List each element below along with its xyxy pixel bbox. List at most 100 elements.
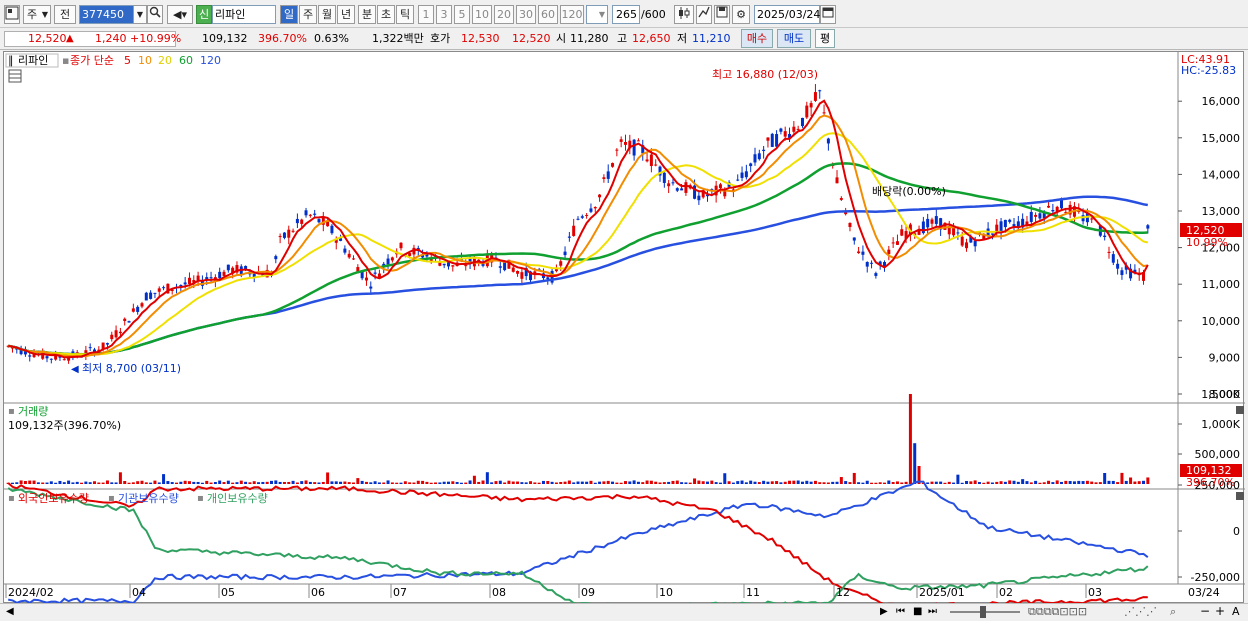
volume-bar — [239, 480, 243, 484]
volume-bar — [269, 480, 273, 484]
volume-bar — [218, 480, 222, 484]
tools-icon[interactable]: ⧉⧉⧉⧉⊡⊡⊡ — [1028, 605, 1087, 619]
volume-bar — [939, 481, 943, 484]
volume-bar — [516, 481, 520, 484]
candle-body — [295, 218, 299, 224]
interval-60[interactable]: 60 — [538, 5, 558, 24]
volume-bullet: ▪ — [8, 406, 15, 417]
pattern-icon[interactable]: ⋰⋰⋰ — [1124, 605, 1157, 618]
open-price: 11,280 — [570, 32, 609, 45]
volume-bar — [123, 481, 127, 484]
foreign-legend: 외국인보유수량 — [18, 492, 89, 505]
volume-bar — [563, 481, 567, 484]
zoom-handle[interactable] — [980, 606, 986, 618]
volume-bar — [1047, 480, 1051, 484]
gear-icon[interactable]: ⚙ — [732, 5, 750, 24]
chart-area[interactable]: 리파인 ∥ ▪ 종가 단순 5 10 20 60 120 최고 16,880 (… — [3, 51, 1245, 610]
volume-bar — [611, 481, 615, 484]
period-second[interactable]: 초 — [377, 5, 395, 24]
high-label: 고 — [617, 32, 628, 45]
volume-bar — [878, 482, 882, 484]
price-chart[interactable]: 리파인 ∥ ▪ 종가 단순 5 10 20 60 120 최고 16,880 (… — [4, 52, 1245, 610]
volume-bar — [282, 481, 286, 484]
volume-bar — [900, 482, 904, 484]
volume-bar — [295, 482, 299, 484]
forward-icon[interactable]: ⏭ — [928, 606, 937, 617]
up-arrow-icon: ▲ — [66, 33, 74, 44]
volume-bar — [805, 480, 809, 484]
interval-120[interactable]: 120 — [560, 5, 584, 24]
volume-bar — [261, 481, 265, 484]
scroll-right-icon[interactable]: ▶ — [880, 606, 888, 617]
interval-10[interactable]: 10 — [472, 5, 492, 24]
period-week[interactable]: 주 — [299, 5, 317, 24]
eval-button[interactable]: 평 — [815, 29, 835, 48]
period-year[interactable]: 년 — [337, 5, 355, 24]
stop-icon[interactable]: ■ — [913, 606, 922, 617]
zoom-in-icon[interactable]: + — [1215, 604, 1225, 618]
toolbar: 주 ▼ 전 377450 ▼ ◀▾ 신 리파인 일 주 월 년 분 초 틱 1 3… — [0, 0, 1248, 28]
close-icon[interactable] — [1236, 406, 1244, 414]
volume-bar — [36, 482, 40, 484]
interval-3[interactable]: 3 — [436, 5, 452, 24]
high-price: 12,650 — [632, 32, 671, 45]
stock-code-input[interactable]: 377450 — [79, 5, 135, 24]
candle-body — [62, 359, 66, 361]
chevron-down-icon[interactable]: ▼ — [133, 5, 147, 24]
candle-body — [930, 219, 934, 224]
candle-body — [602, 177, 606, 179]
search-icon[interactable]: ⌕ — [1170, 605, 1176, 619]
period-minute[interactable]: 분 — [358, 5, 376, 24]
search-icon[interactable] — [147, 5, 163, 24]
speaker-icon[interactable]: ◀▾ — [167, 5, 193, 24]
candle-icon[interactable] — [674, 5, 694, 24]
volume-bar — [507, 480, 511, 484]
volume-bar — [19, 480, 23, 484]
market-select[interactable]: 주 ▼ — [23, 5, 51, 24]
draw-icon[interactable] — [696, 5, 712, 24]
volume-bar — [934, 481, 938, 484]
volume-bar — [360, 480, 364, 484]
interval-20[interactable]: 20 — [494, 5, 514, 24]
period-month[interactable]: 월 — [318, 5, 336, 24]
stock-name-field[interactable]: 리파인 — [212, 5, 276, 24]
interval-5[interactable]: 5 — [454, 5, 470, 24]
open-label: 시 — [556, 32, 567, 45]
rewind-icon[interactable]: ⏮ — [896, 606, 905, 617]
volume-bar — [658, 482, 662, 484]
candle-body — [874, 273, 878, 276]
period-day[interactable]: 일 — [280, 5, 298, 24]
grid-icon[interactable] — [8, 69, 22, 83]
candle-body — [796, 128, 800, 130]
candle-body — [598, 194, 602, 198]
chart-type-icon[interactable] — [4, 5, 20, 24]
volume-bar — [222, 482, 226, 484]
prev-button[interactable]: 전 — [54, 5, 76, 24]
font-icon[interactable]: A — [1232, 605, 1240, 618]
volume-bar — [654, 481, 658, 484]
volume-bar — [1120, 472, 1124, 484]
buy-button[interactable]: 매수 — [741, 29, 773, 48]
interval-30[interactable]: 30 — [516, 5, 536, 24]
close-icon[interactable] — [1236, 492, 1244, 500]
scroll-left-icon[interactable]: ◀ — [6, 606, 14, 617]
x-tick-label: 02 — [999, 586, 1013, 599]
volume-bar — [775, 481, 779, 484]
volume-bar — [766, 481, 770, 484]
interval-dropdown[interactable]: ▼ — [586, 5, 608, 24]
period-tick[interactable]: 틱 — [396, 5, 414, 24]
sell-button[interactable]: 매도 — [777, 29, 811, 48]
bar-count-input[interactable]: 265 — [612, 5, 640, 24]
volume-bar — [1038, 482, 1042, 484]
volume-bar — [364, 481, 368, 484]
date-input[interactable]: 2025/03/24 — [754, 5, 820, 24]
interval-1[interactable]: 1 — [418, 5, 434, 24]
volume-bar — [809, 481, 813, 484]
volume-bar — [779, 482, 783, 484]
candle-body — [822, 112, 826, 114]
zoom-out-icon[interactable]: − — [1200, 604, 1210, 618]
calendar-icon[interactable] — [820, 5, 836, 24]
scroll-bar[interactable]: ◀ ▶ ⏮ ■ ⏭ ⧉⧉⧉⧉⊡⊡⊡ ⋰⋰⋰ ⌕ − + A — [0, 603, 1248, 621]
volume-bar — [943, 482, 947, 484]
save-icon[interactable] — [714, 5, 730, 24]
